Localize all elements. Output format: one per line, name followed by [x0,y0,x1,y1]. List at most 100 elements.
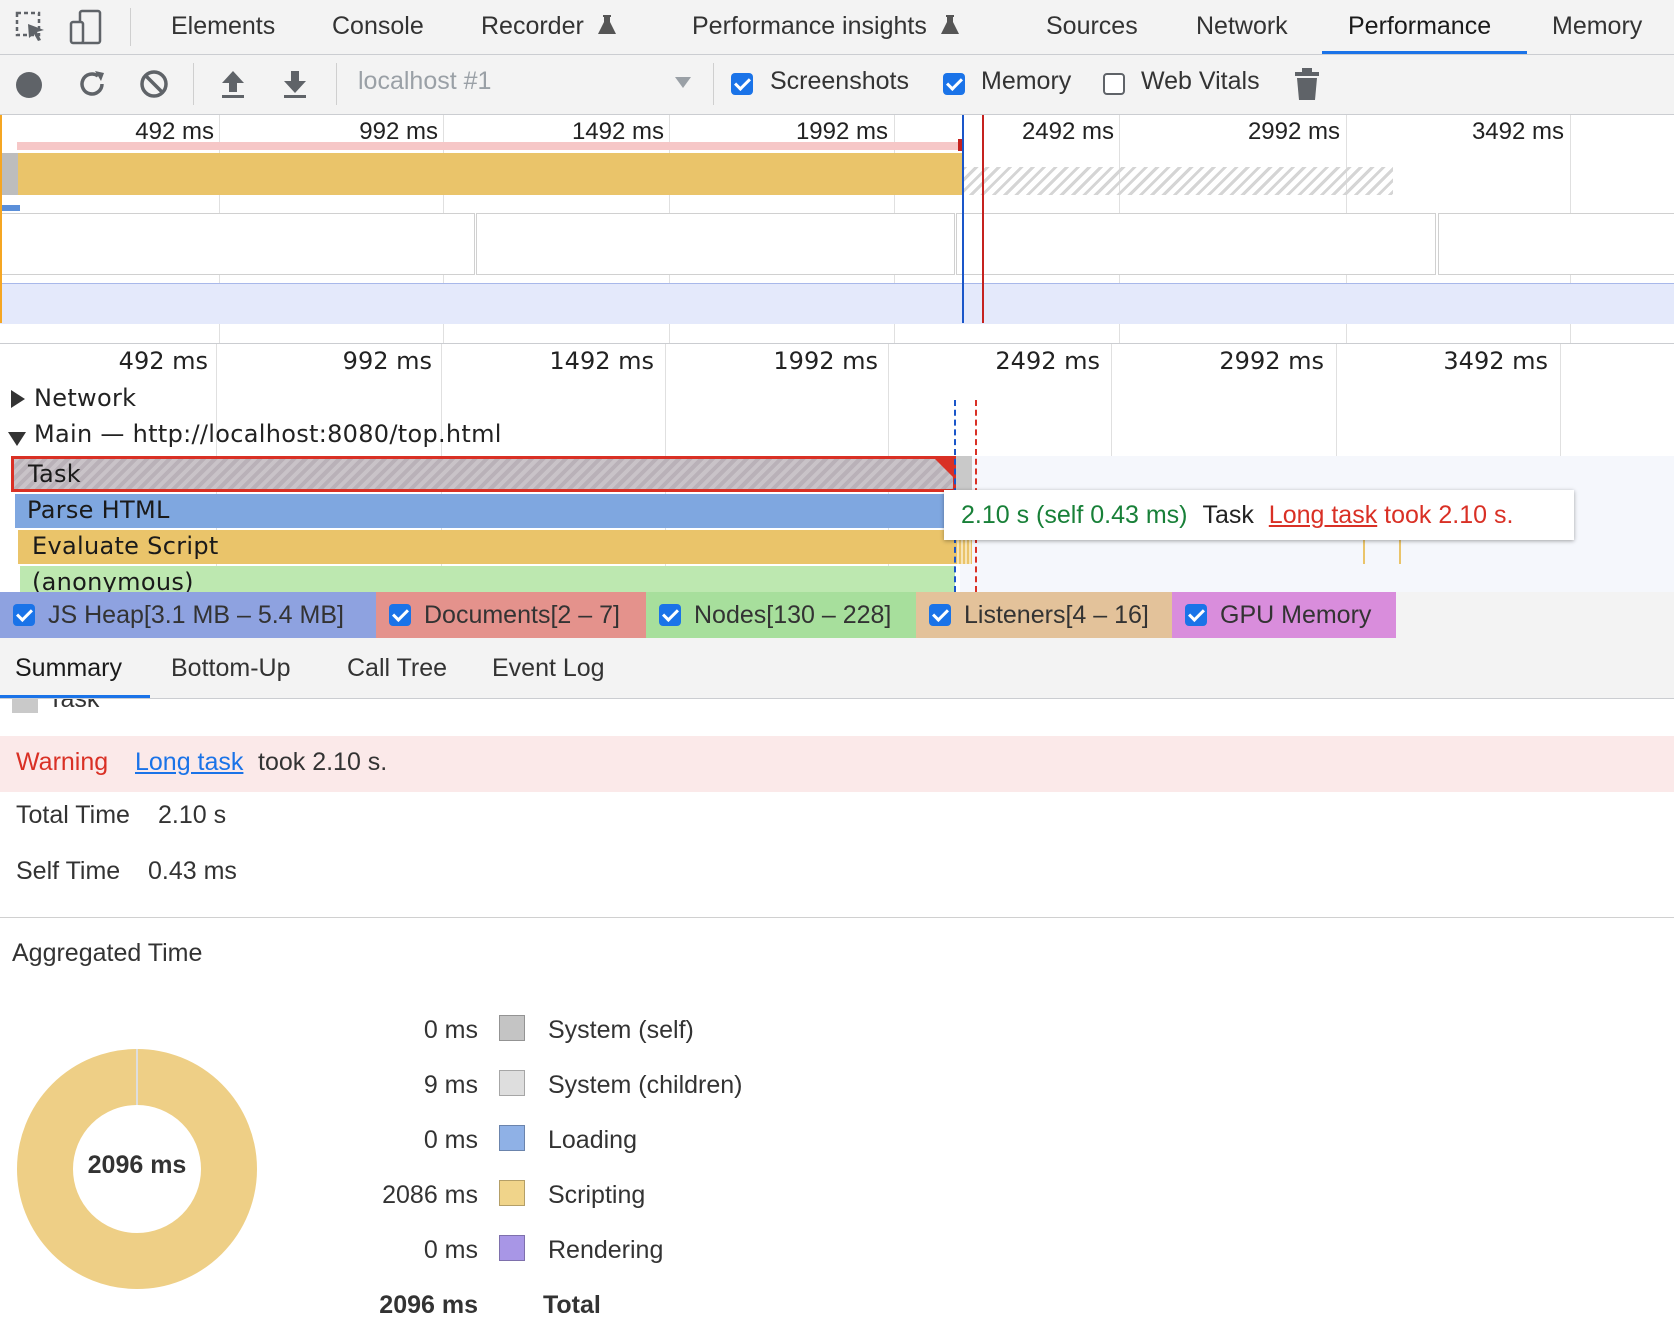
flame-chart[interactable]: 492 ms 992 ms 1492 ms 1992 ms 2492 ms 29… [0,344,1674,592]
listeners-counter[interactable]: Listeners[4 – 16] [916,592,1172,638]
nodes-counter[interactable]: Nodes[130 – 228] [646,592,916,638]
flame-tick: 2992 ms [1219,347,1324,375]
legend-value: 0 ms [423,1016,478,1044]
overview-tick: 2492 ms [1021,118,1114,145]
legend-label: Scripting [548,1181,646,1209]
tooltip-time: 2.10 s (self 0.43 ms) [961,501,1188,529]
tab-performance[interactable]: Performance [1322,0,1527,54]
current-time-marker-blue [962,115,964,323]
anonymous-label: (anonymous) [32,568,194,592]
tooltip-long-task-link[interactable]: Long task [1269,501,1377,529]
evaluate-script-event[interactable]: Evaluate Script [18,530,955,564]
performance-toolbar: localhost #1 Screenshots Memory Web Vita… [0,55,1674,115]
loading-swatch [499,1125,525,1151]
parse-html-event[interactable]: Parse HTML [15,494,955,528]
tab-recorder[interactable]: Recorder [481,0,617,54]
device-toolbar-icon[interactable] [68,8,104,46]
js-heap-checkbox[interactable] [13,604,35,626]
experiment-flask-icon [940,15,959,34]
anonymous-function-event[interactable]: (anonymous) [20,566,955,592]
screenshots-checkbox[interactable] [731,73,753,95]
tab-bar-separator [130,8,131,46]
screenshot-frame [1438,213,1674,275]
screenshot-frame [956,213,1436,275]
collapse-arrow-icon[interactable] [7,431,27,452]
clear-icon[interactable] [138,68,170,100]
aggregated-time-donut: 2096 ms [16,1048,258,1290]
reload-profile-icon[interactable] [76,68,108,100]
nodes-checkbox[interactable] [659,604,681,626]
trash-icon[interactable] [1294,67,1320,101]
flame-tick: 2492 ms [995,347,1100,375]
evaluate-script-label: Evaluate Script [32,532,219,560]
inspect-element-icon[interactable] [14,10,48,44]
legend-value: 9 ms [423,1071,478,1099]
network-track-label[interactable]: Network [34,384,136,412]
record-icon[interactable] [14,70,44,100]
legend-value: 0 ms [423,1126,478,1154]
js-heap-counter[interactable]: JS Heap[3.1 MB – 5.4 MB] [0,592,376,638]
flame-tick: 1492 ms [549,347,654,375]
tab-summary[interactable]: Summary [0,638,150,698]
tooltip-name: Task [1202,501,1254,529]
long-task-strip [17,142,960,150]
event-tooltip: 2.10 s (self 0.43 ms) Task Long task too… [944,490,1574,540]
self-time-value: 0.43 ms [148,857,237,885]
overview-tick: 3492 ms [1471,118,1564,145]
task-event-small [956,456,972,492]
total-label: Total [543,1291,601,1319]
selection-left-bound[interactable] [0,115,2,323]
tab-console[interactable]: Console [332,0,424,54]
toolbar-separator [713,63,714,105]
tab-call-tree[interactable]: Call Tree [347,638,447,698]
web-vitals-checkbox[interactable] [1103,73,1125,95]
tab-network[interactable]: Network [1196,0,1288,54]
task-event[interactable]: Task [11,456,956,492]
experiment-flask-icon [597,15,616,34]
memory-checkbox[interactable] [943,73,965,95]
upload-icon[interactable] [218,68,248,100]
category-swatch [12,699,38,713]
screenshots-label[interactable]: Screenshots [770,67,909,96]
chevron-down-icon [674,75,692,94]
section-divider [0,917,1674,918]
flame-tick: 992 ms [342,347,432,375]
system-self-swatch [499,1015,525,1041]
tab-memory[interactable]: Memory [1552,0,1642,54]
tab-sources[interactable]: Sources [1046,0,1138,54]
tab-event-log[interactable]: Event Log [492,638,605,698]
toolbar-separator [193,63,194,105]
warning-label: Warning [16,748,109,776]
legend-value: 0 ms [423,1236,478,1264]
aggregated-time-title: Aggregated Time [12,939,203,967]
memory-label[interactable]: Memory [981,67,1071,96]
total-time-label: Total Time [16,801,130,829]
download-icon[interactable] [280,68,310,100]
tab-bottom-up[interactable]: Bottom-Up [171,638,290,698]
gpu-memory-counter[interactable]: GPU Memory [1172,592,1396,638]
flame-tick: 3492 ms [1443,347,1548,375]
web-vitals-label[interactable]: Web Vitals [1141,67,1260,96]
screenshot-frame [0,213,475,275]
total-value: 2096 ms [379,1291,478,1319]
tab-elements[interactable]: Elements [171,0,275,54]
flame-tick: 1992 ms [773,347,878,375]
listeners-checkbox[interactable] [929,604,951,626]
documents-checkbox[interactable] [389,604,411,626]
tab-performance-insights[interactable]: Performance insights [692,0,960,54]
screenshot-frame [476,213,955,275]
warning-row: Warning Long task took 2.10 s. [0,736,1674,792]
expand-arrow-icon[interactable] [10,389,26,414]
devtools-tab-bar: Elements Console Recorder Performance in… [0,0,1674,55]
documents-counter[interactable]: Documents[2 – 7] [376,592,646,638]
main-track-label[interactable]: Main — http://localhost:8080/top.html [34,420,502,448]
timeline-overview[interactable]: 492 ms 992 ms 1492 ms 1992 ms 2492 ms 29… [0,115,1674,344]
donut-center-label: 2096 ms [87,1151,187,1179]
task-label: Task [28,460,81,488]
warning-long-task-link[interactable]: Long task [135,748,243,777]
profile-select[interactable]: localhost #1 [358,63,698,105]
rendering-swatch [499,1235,525,1261]
legend-label: System (self) [548,1016,694,1044]
cpu-system-area [0,153,18,195]
gpu-memory-checkbox[interactable] [1185,604,1207,626]
